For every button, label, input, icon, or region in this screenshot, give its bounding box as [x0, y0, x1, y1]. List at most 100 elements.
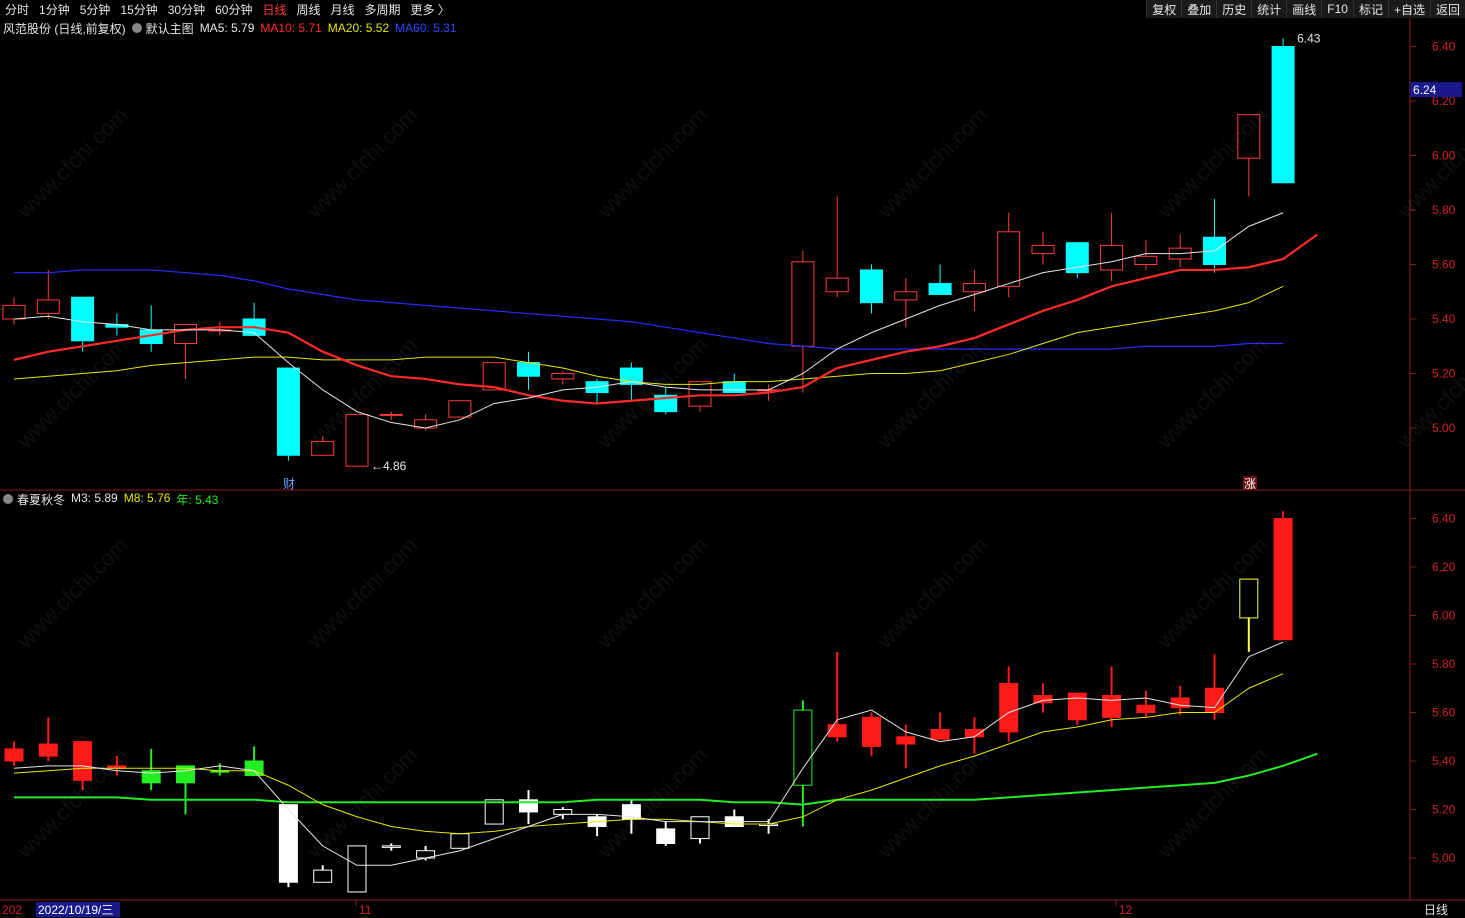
candle-body [311, 441, 335, 456]
candle-body [551, 373, 575, 380]
current-price-label: 6.24 [1413, 83, 1437, 97]
template-name[interactable]: 默认主图 [146, 20, 194, 37]
sub-candle-body [793, 709, 813, 786]
candle-body [962, 283, 986, 293]
candle-body [722, 381, 746, 394]
ma5-line [13, 212, 1284, 429]
sub-candle-body [1273, 518, 1293, 641]
candle-body [1031, 244, 1055, 255]
finance-marker: 财 [283, 477, 295, 491]
sub-candle-body [1102, 695, 1122, 718]
candle-body [1100, 244, 1124, 271]
sub-candle-body [4, 748, 24, 762]
sub-candle-body [347, 845, 367, 893]
sub-price-tick-label: 5.20 [1432, 803, 1456, 817]
m3-line [13, 641, 1284, 866]
sub-candle-body [381, 845, 401, 848]
main-indicators: MA5: 5.79 MA10: 5.71 MA20: 5.52 MA60: 5.31 [200, 21, 463, 35]
low-price-label: ←4.86 [371, 459, 407, 473]
stock-chart[interactable]: 6.406.206.005.805.605.405.205.006.406.20… [0, 0, 1465, 918]
candle-body [1237, 114, 1261, 159]
month-label: 11 [359, 903, 372, 917]
candle-body [379, 413, 403, 416]
sub-price-tick-label: 6.40 [1432, 512, 1456, 526]
main-price-tick-label: 5.40 [1432, 312, 1456, 326]
sub-price-tick-label: 6.00 [1432, 609, 1456, 623]
sub-candle-body [1239, 578, 1259, 619]
candle-body [71, 296, 95, 342]
dropdown-icon[interactable] [3, 494, 13, 504]
indicator-value: MA60: 5.31 [395, 21, 457, 35]
sub-candle-body [896, 736, 916, 745]
sub-candle-body [553, 809, 573, 815]
candle-body [1271, 46, 1295, 184]
sub-candle-body [73, 741, 93, 781]
year-line [14, 752, 1318, 806]
ma20-line [13, 285, 1284, 385]
sub-candle-body [656, 828, 676, 844]
sub-candle-body [690, 816, 710, 840]
main-price-tick-label: 5.00 [1432, 421, 1456, 435]
main-price-tick-label: 5.20 [1432, 367, 1456, 381]
candle-body [2, 304, 26, 320]
candle-body [448, 400, 472, 418]
main-price-tick-label: 6.00 [1432, 149, 1456, 163]
month-label: 12 [1119, 903, 1133, 917]
candle-body [174, 323, 197, 345]
main-pane-title: 风范股份 (日线,前复权) 默认主图 MA5: 5.79 MA10: 5.71 MA… [3, 20, 469, 36]
candle-body [36, 299, 60, 315]
indicator-value: 年: 5.43 [176, 492, 219, 507]
cursor-date-label: 2022/10/19/三 [38, 903, 113, 917]
sub-candles [4, 511, 1293, 893]
sub-candle-body [1136, 704, 1156, 713]
sub-price-tick-label: 5.80 [1432, 657, 1456, 671]
candle-body [928, 283, 952, 295]
sub-candle-body [1170, 697, 1190, 709]
limit-up-marker: 涨 [1244, 476, 1256, 491]
indicator-value: MA20: 5.52 [327, 21, 390, 35]
sub-pane-title: 春夏秋冬 M3: 5.89 M8: 5.76 年: 5.43 [3, 491, 230, 507]
candle-body [517, 362, 540, 377]
sub-candle-body [484, 799, 504, 825]
sub-candle-body [964, 728, 984, 738]
sub-price-tick-label: 5.00 [1432, 851, 1456, 865]
sub-price-tick-label: 5.60 [1432, 706, 1456, 720]
candle-body [345, 413, 369, 467]
sub-candle-body [450, 833, 470, 849]
sub-price-tick-label: 6.20 [1432, 560, 1456, 574]
indicator-value: MA10: 5.71 [260, 21, 322, 35]
candle-body [688, 381, 712, 407]
indicator-value: MA5: 5.79 [199, 21, 255, 35]
sub-candle-body [38, 743, 58, 757]
sub-candle-body [827, 724, 847, 738]
indicator-value: M3: 5.89 [71, 490, 118, 505]
sub-indicator-name[interactable]: 春夏秋冬 [17, 491, 65, 508]
candle-body [825, 277, 849, 293]
sub-candle-body [999, 682, 1019, 733]
sub-candle-body [313, 869, 333, 883]
sub-candle-body [1033, 695, 1053, 704]
stock-title: 风范股份 (日线,前复权) [3, 21, 126, 36]
sub-candle-body [1205, 687, 1224, 713]
candle-body [791, 261, 815, 347]
dropdown-icon[interactable] [131, 23, 142, 33]
candle-body [860, 269, 883, 304]
candle-body [276, 367, 300, 456]
year-stub-label: 202 [2, 903, 22, 917]
sub-candle-body [862, 716, 881, 747]
indicator-value: M8: 5.76 [123, 490, 171, 505]
main-price-tick-label: 5.80 [1432, 203, 1456, 217]
sub-candle-body [930, 728, 950, 740]
main-candles [2, 38, 1295, 467]
main-price-tick-label: 6.40 [1432, 40, 1456, 54]
sub-candle-body [1067, 692, 1087, 721]
candle-body [997, 231, 1021, 287]
sub-indicators: M3: 5.89 M8: 5.76 年: 5.43 [71, 491, 224, 508]
m8-line [13, 673, 1284, 835]
candle-body [894, 291, 918, 301]
ma60-line [14, 269, 1284, 350]
high-price-label: 6.43 [1297, 31, 1321, 45]
candle-body [1134, 255, 1158, 266]
period-label: 日线 [1424, 903, 1448, 917]
main-price-tick-label: 5.60 [1432, 258, 1456, 272]
